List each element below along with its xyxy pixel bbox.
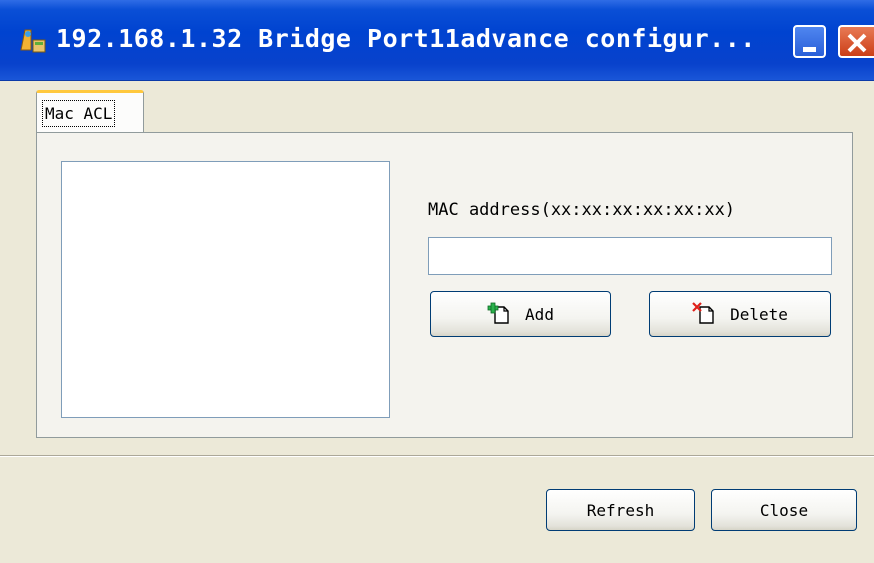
minimize-icon bbox=[803, 47, 816, 52]
delete-document-icon bbox=[692, 302, 714, 324]
close-window-button[interactable] bbox=[838, 25, 874, 58]
tab-mac-acl[interactable]: Mac ACL bbox=[36, 90, 144, 134]
delete-button[interactable]: Delete bbox=[649, 291, 831, 337]
add-button[interactable]: Add bbox=[430, 291, 611, 337]
window-title: 192.168.1.32 Bridge Port11advance config… bbox=[56, 24, 756, 53]
tab-label: Mac ACL bbox=[42, 100, 116, 127]
add-button-label: Add bbox=[525, 304, 554, 324]
footer-divider bbox=[0, 455, 874, 457]
add-document-icon bbox=[487, 302, 509, 324]
mac-acl-list[interactable] bbox=[61, 161, 390, 418]
close-icon bbox=[847, 33, 867, 53]
config-dialog: 192.168.1.32 Bridge Port11advance config… bbox=[0, 0, 874, 563]
title-bar[interactable]: 192.168.1.32 Bridge Port11advance config… bbox=[0, 0, 874, 81]
mac-address-label: MAC address(xx:xx:xx:xx:xx:xx) bbox=[428, 200, 736, 220]
app-icon bbox=[17, 28, 47, 54]
close-button[interactable]: Close bbox=[711, 489, 857, 531]
minimize-button[interactable] bbox=[793, 25, 826, 58]
mac-address-input[interactable] bbox=[428, 237, 832, 275]
delete-button-label: Delete bbox=[730, 304, 788, 324]
refresh-button[interactable]: Refresh bbox=[546, 489, 695, 531]
